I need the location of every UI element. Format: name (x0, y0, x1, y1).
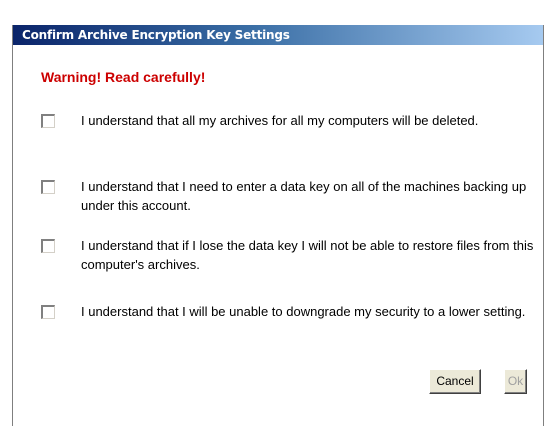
ok-button[interactable]: Ok (504, 369, 527, 394)
confirm-label-lose-data-key: I understand that if I lose the data key… (81, 238, 534, 272)
checkbox-no-downgrade[interactable] (41, 305, 55, 319)
dialog-title: Confirm Archive Encryption Key Settings (22, 28, 290, 42)
confirm-item-no-downgrade: I understand that I will be unable to do… (41, 302, 525, 346)
cancel-button[interactable]: Cancel (429, 369, 481, 394)
confirm-item-data-key-required: I understand that I need to enter a data… (41, 177, 526, 221)
confirm-item-lose-data-key: I understand that if I lose the data key… (41, 236, 533, 280)
dialog-titlebar[interactable]: Confirm Archive Encryption Key Settings (13, 25, 543, 45)
confirm-label-no-downgrade: I understand that I will be unable to do… (81, 304, 526, 319)
checkbox-lose-data-key[interactable] (41, 239, 55, 253)
page: Confirm Archive Encryption Key Settings … (0, 0, 557, 428)
confirm-dialog: Confirm Archive Encryption Key Settings … (12, 25, 544, 426)
checkbox-archives-deleted[interactable] (41, 114, 55, 128)
confirm-label-archives-deleted: I understand that all my archives for al… (81, 113, 479, 128)
confirm-label-data-key-required: I understand that I need to enter a data… (81, 179, 527, 213)
checkbox-data-key-required[interactable] (41, 180, 55, 194)
warning-heading: Warning! Read carefully! (41, 69, 206, 85)
confirm-item-archives-deleted: I understand that all my archives for al… (41, 111, 521, 155)
